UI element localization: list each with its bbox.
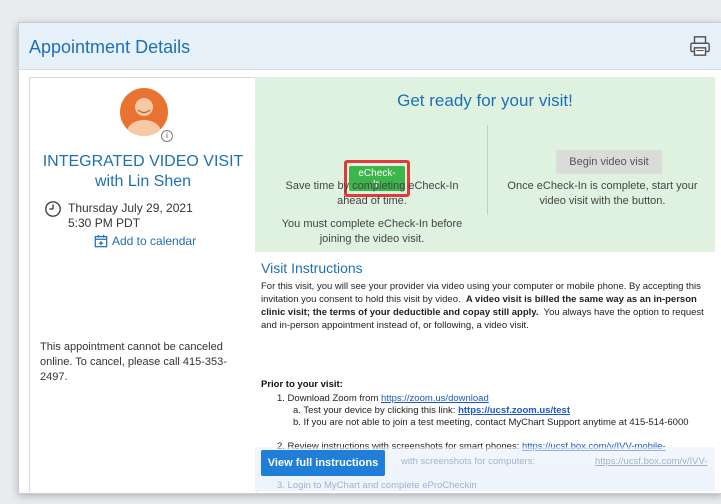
info-icon[interactable]: i bbox=[161, 130, 173, 142]
page-title: Appointment Details bbox=[29, 37, 191, 57]
calendar-add-icon[interactable] bbox=[94, 234, 108, 248]
add-to-calendar-link[interactable]: Add to calendar bbox=[112, 234, 196, 248]
prior-heading: Prior to your visit: bbox=[261, 379, 343, 390]
step-1: 1. Download Zoom from https://zoom.us/do… bbox=[277, 393, 489, 405]
computer-instructions-link: https://ucsf.box.com/v/IVV- bbox=[595, 456, 708, 467]
zoom-download-link[interactable]: https://zoom.us/download bbox=[381, 393, 489, 404]
instructions-paragraph: For this visit, you will see your provid… bbox=[261, 280, 709, 332]
step-1-text: 1. Download Zoom from bbox=[277, 393, 379, 404]
instructions-title: Visit Instructions bbox=[261, 260, 363, 276]
get-ready-section: Get ready for your visit! eCheck-In Save… bbox=[255, 77, 715, 252]
visit-panel: Get ready for your visit! eCheck-In Save… bbox=[255, 77, 715, 491]
zoom-test-link[interactable]: https://ucsf.zoom.us/test bbox=[458, 405, 570, 416]
provider-avatar bbox=[120, 88, 168, 136]
card-header: Appointment Details bbox=[19, 23, 721, 70]
step-1a-text: a. Test your device by clicking this lin… bbox=[293, 405, 456, 416]
visit-instructions-section: Visit Instructions For this visit, you w… bbox=[255, 252, 715, 491]
person-icon bbox=[127, 98, 161, 136]
clock-icon bbox=[45, 201, 61, 217]
echeck-in-requirement: You must complete eCheck-In before joini… bbox=[281, 218, 463, 245]
cancel-note: This appointment cannot be canceled onli… bbox=[40, 341, 227, 383]
appointment-time: 5:30 PM PDT bbox=[68, 216, 141, 230]
step-1a: a. Test your device by clicking this lin… bbox=[293, 405, 570, 417]
echeck-in-hint: Save time by completing eCheck-In ahead … bbox=[285, 180, 459, 207]
begin-video-visit-button[interactable]: Begin video visit bbox=[556, 150, 662, 174]
appointment-card: Appointment Details i INTEGRATED VIDEO V… bbox=[18, 22, 721, 494]
column-divider bbox=[487, 125, 488, 215]
appointment-summary-panel: i INTEGRATED VIDEO VISIT with Lin Shen T… bbox=[29, 77, 257, 492]
step-3: 3. Login to MyChart and complete eProChe… bbox=[277, 480, 477, 491]
step-2b-text: with screenshots for computers: bbox=[401, 456, 536, 467]
visit-name: INTEGRATED VIDEO VISIT with Lin Shen bbox=[42, 153, 244, 190]
video-visit-hint: Once eCheck-In is complete, start your v… bbox=[507, 180, 698, 207]
view-full-instructions-button[interactable]: View full instructions bbox=[261, 450, 385, 476]
printer-icon[interactable] bbox=[689, 35, 711, 57]
step-1b: b. If you are not able to join a test me… bbox=[293, 417, 689, 428]
appointment-date: Thursday July 29, 2021 bbox=[68, 201, 193, 215]
get-ready-title: Get ready for your visit! bbox=[397, 91, 573, 110]
